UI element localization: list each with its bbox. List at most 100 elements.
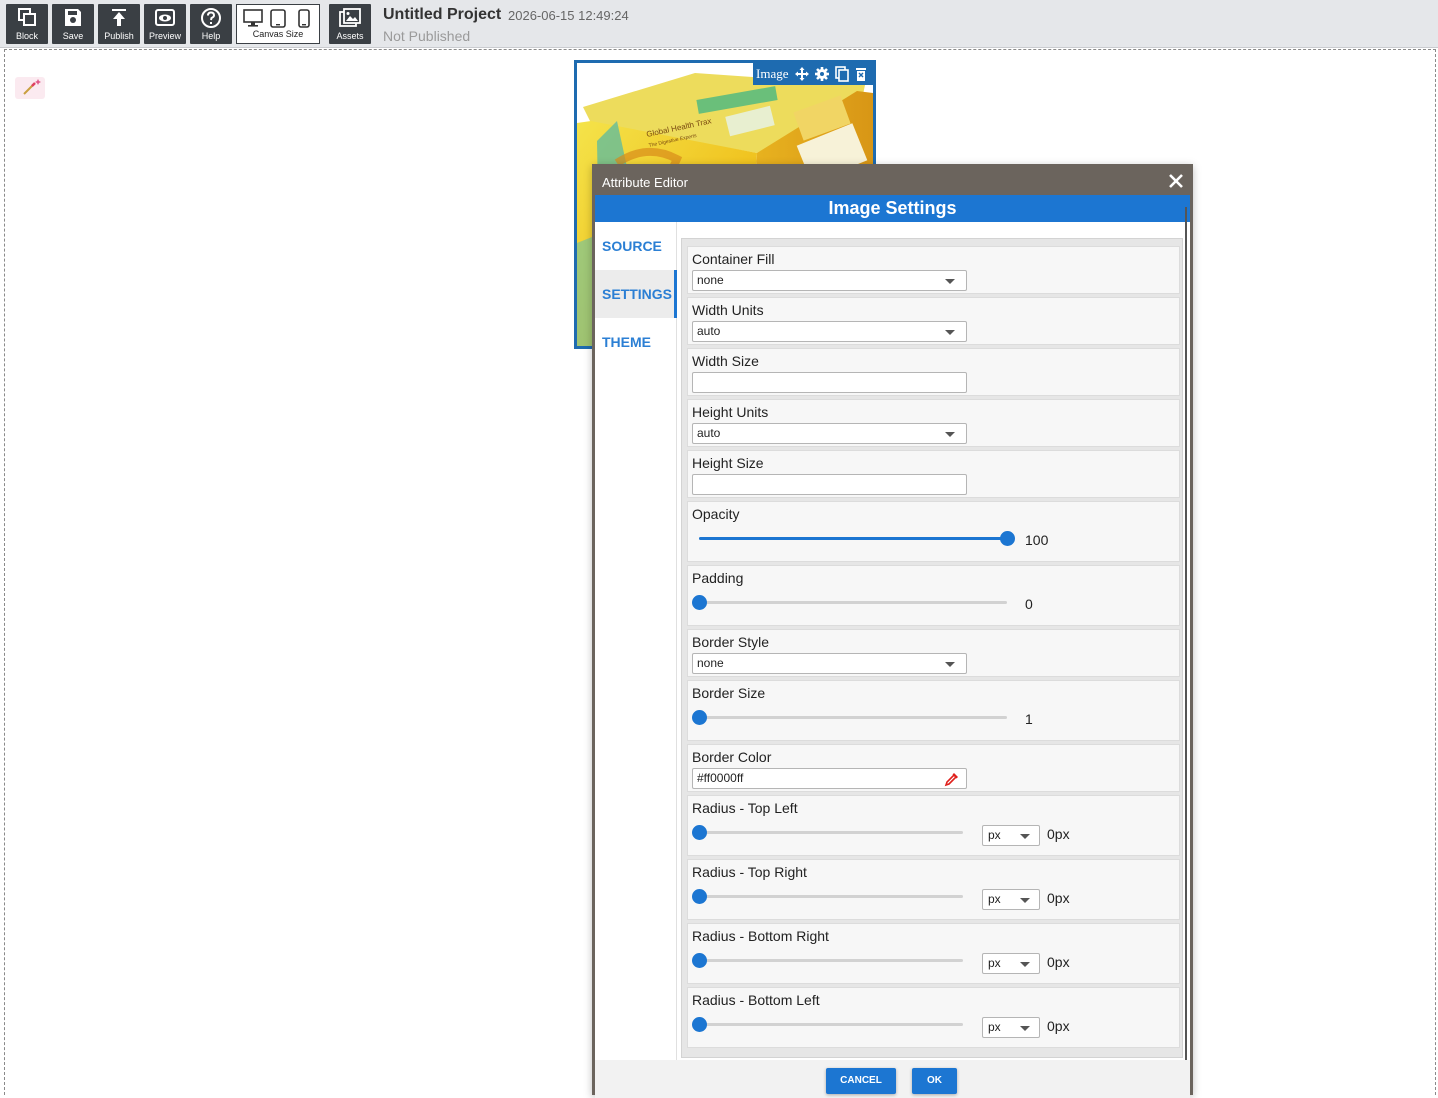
radius-top-right-slider-thumb[interactable]	[692, 889, 707, 904]
border-size-slider[interactable]	[692, 709, 1007, 725]
radius-top-right-unit-select[interactable]: px	[982, 889, 1040, 910]
radius-top-left-slider-thumb[interactable]	[692, 825, 707, 840]
radius-bottom-right-slider[interactable]	[692, 952, 963, 968]
delete-icon[interactable]	[853, 66, 869, 82]
height-size-label: Height Size	[692, 455, 764, 471]
help-button[interactable]: Help	[190, 4, 232, 44]
radius-top-right-unit: px	[988, 892, 1001, 906]
border-size-row: Border Size 1	[687, 680, 1180, 741]
block-button[interactable]: Block	[6, 4, 48, 44]
radius-top-left-value: 0px	[1047, 826, 1070, 842]
blocks-icon	[18, 8, 36, 26]
tab-source[interactable]: SOURCE	[595, 222, 677, 270]
radius-bottom-right-slider-thumb[interactable]	[692, 953, 707, 968]
color-picker-icon[interactable]	[944, 771, 960, 787]
attribute-editor-dialog: Attribute Editor Image Settings SOURCE S…	[592, 164, 1193, 1098]
save-button[interactable]: Save	[52, 4, 94, 44]
width-size-label: Width Size	[692, 353, 759, 369]
dialog-title: Attribute Editor	[602, 175, 688, 190]
radius-bottom-right-unit: px	[988, 956, 1001, 970]
border-size-slider-thumb[interactable]	[692, 710, 707, 725]
opacity-value: 100	[1025, 532, 1049, 548]
width-size-input[interactable]	[692, 372, 967, 393]
help-icon	[201, 8, 221, 28]
radius-bottom-left-unit-select[interactable]: px	[982, 1017, 1040, 1038]
publish-status: Not Published	[383, 28, 471, 44]
close-icon[interactable]	[1166, 171, 1186, 191]
height-units-select[interactable]: auto	[692, 423, 967, 444]
border-color-value: #ff0000ff	[697, 771, 744, 785]
radius-top-right-row: Radius - Top Right px 0px	[687, 859, 1180, 920]
container-fill-row: Container Fill none	[687, 246, 1180, 294]
height-size-input[interactable]	[692, 474, 967, 495]
radius-top-right-value: 0px	[1047, 890, 1070, 906]
padding-slider-thumb[interactable]	[692, 595, 707, 610]
mobile-icon[interactable]	[298, 9, 310, 28]
height-size-row: Height Size	[687, 450, 1180, 498]
copy-icon[interactable]	[834, 66, 850, 82]
preview-button[interactable]: Preview	[144, 4, 186, 44]
radius-bottom-left-unit: px	[988, 1020, 1001, 1034]
opacity-row: Opacity 100	[687, 501, 1180, 562]
opacity-slider[interactable]	[699, 530, 1015, 546]
radius-top-right-slider[interactable]	[692, 888, 963, 904]
width-size-row: Width Size	[687, 348, 1180, 396]
dialog-titlebar[interactable]: Attribute Editor	[595, 167, 1190, 195]
radius-top-right-label: Radius - Top Right	[692, 864, 807, 880]
height-units-label: Height Units	[692, 404, 769, 420]
editor-side-tabs: SOURCE SETTINGS THEME	[595, 222, 677, 1060]
tab-settings[interactable]: SETTINGS	[595, 270, 677, 318]
padding-value: 0	[1025, 596, 1033, 612]
assets-button[interactable]: Assets	[329, 4, 371, 44]
ok-button[interactable]: OK	[912, 1068, 957, 1094]
border-style-row: Border Style none	[687, 629, 1180, 677]
chevron-down-icon	[945, 330, 955, 335]
chevron-down-icon	[945, 662, 955, 667]
border-color-input[interactable]: #ff0000ff	[692, 768, 967, 789]
cancel-button[interactable]: CANCEL	[826, 1068, 896, 1094]
radius-bottom-right-unit-select[interactable]: px	[982, 953, 1040, 974]
radius-top-left-label: Radius - Top Left	[692, 800, 798, 816]
project-title: Untitled Project	[383, 6, 502, 23]
tablet-icon[interactable]	[270, 9, 286, 28]
publish-button[interactable]: Publish	[98, 4, 140, 44]
magic-wand-button[interactable]	[15, 77, 45, 99]
width-units-label: Width Units	[692, 302, 764, 318]
assets-icon	[339, 8, 361, 27]
chevron-down-icon	[1020, 898, 1030, 903]
border-color-row: Border Color #ff0000ff	[687, 744, 1180, 792]
chevron-down-icon	[1020, 962, 1030, 967]
height-units-row: Height Units auto	[687, 399, 1180, 447]
border-style-label: Border Style	[692, 634, 770, 650]
border-color-label: Border Color	[692, 749, 772, 765]
width-units-row: Width Units auto	[687, 297, 1180, 345]
radius-top-left-unit-select[interactable]: px	[982, 825, 1040, 846]
chevron-down-icon	[945, 279, 955, 284]
radius-top-left-slider[interactable]	[692, 824, 963, 840]
radius-bottom-left-label: Radius - Bottom Left	[692, 992, 820, 1008]
container-fill-select[interactable]: none	[692, 270, 967, 291]
radius-bottom-right-value: 0px	[1047, 954, 1070, 970]
dialog-scrollbar[interactable]	[1185, 207, 1187, 1080]
chevron-down-icon	[1020, 1026, 1030, 1031]
border-style-select[interactable]: none	[692, 653, 967, 674]
radius-top-left-unit: px	[988, 828, 1001, 842]
container-fill-label: Container Fill	[692, 251, 775, 267]
radius-bottom-right-label: Radius - Bottom Right	[692, 928, 829, 944]
gear-icon[interactable]	[814, 66, 830, 82]
move-icon[interactable]	[794, 66, 810, 82]
desktop-icon[interactable]	[243, 9, 263, 27]
canvas-size-selector[interactable]: Canvas Size	[236, 4, 320, 44]
block-label: Block	[15, 31, 38, 41]
border-size-value: 1	[1025, 711, 1033, 727]
container-fill-value: none	[697, 273, 724, 287]
top-toolbar: Block Save Publish Preview Help Canvas S…	[0, 0, 1438, 48]
border-size-label: Border Size	[692, 685, 766, 701]
radius-bottom-left-slider[interactable]	[692, 1016, 963, 1032]
padding-slider[interactable]	[692, 594, 1007, 610]
tab-theme[interactable]: THEME	[595, 318, 677, 366]
opacity-slider-thumb[interactable]	[1000, 531, 1015, 546]
width-units-select[interactable]: auto	[692, 321, 967, 342]
image-block-label: Image	[756, 66, 789, 81]
radius-bottom-left-slider-thumb[interactable]	[692, 1017, 707, 1032]
